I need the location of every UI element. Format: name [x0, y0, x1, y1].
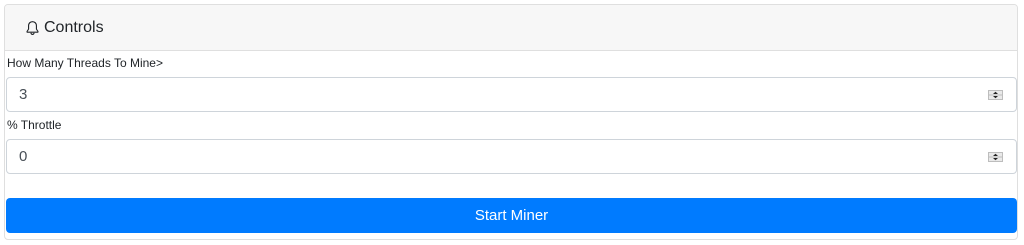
threads-input[interactable]: 3 — [6, 77, 1017, 112]
bell-icon — [26, 20, 39, 35]
card-title: Controls — [44, 18, 104, 36]
throttle-label: % Throttle — [7, 118, 62, 132]
spinner-icon[interactable] — [988, 90, 1003, 100]
throttle-input[interactable]: 0 — [6, 139, 1017, 174]
card-header: Controls — [5, 5, 1017, 51]
threads-label: How Many Threads To Mine> — [7, 56, 163, 70]
threads-value: 3 — [19, 86, 28, 103]
controls-card: Controls How Many Threads To Mine> 3 % T… — [4, 4, 1018, 240]
throttle-value: 0 — [19, 148, 28, 165]
spinner-icon[interactable] — [988, 152, 1003, 162]
start-miner-button[interactable]: Start Miner — [6, 198, 1017, 233]
